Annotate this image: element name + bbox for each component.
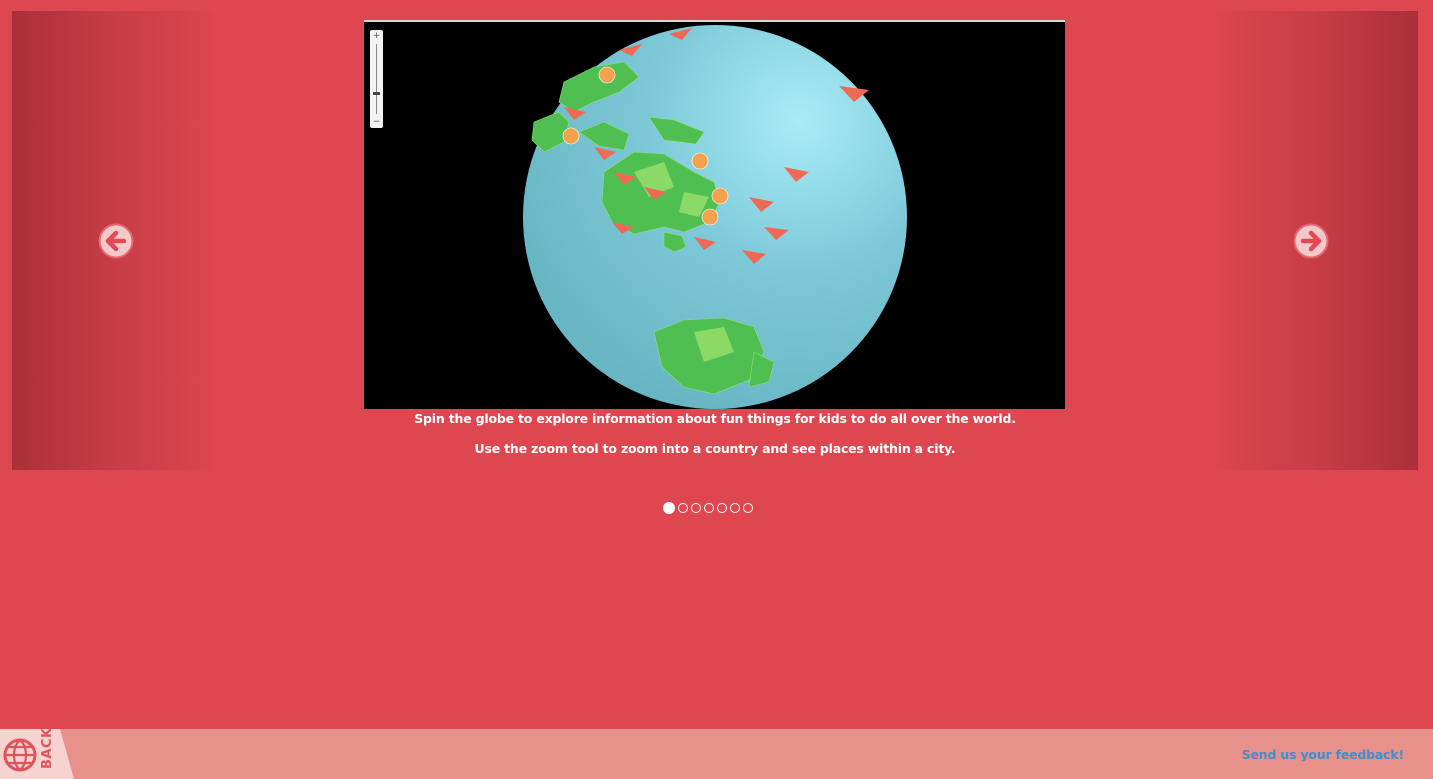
map-zoom-control[interactable]: + −: [370, 30, 383, 128]
slide-pager: [663, 501, 753, 515]
feedback-link[interactable]: Send us your feedback!: [1242, 747, 1404, 762]
zoom-slider-track[interactable]: [376, 44, 377, 114]
back-label: BACK: [40, 727, 55, 769]
pager-dot-6[interactable]: [730, 503, 740, 513]
pager-dot-3[interactable]: [691, 503, 701, 513]
prev-slide-button[interactable]: [98, 223, 134, 259]
slide-caption-line-2: Use the zoom tool to zoom into a country…: [474, 441, 956, 456]
globe-illustration: [523, 25, 907, 409]
globe-icon: [3, 738, 37, 772]
slide-globe-screenshot: + −: [364, 20, 1065, 409]
footer-bar: BACK Send us your feedback!: [0, 729, 1433, 779]
back-button[interactable]: BACK: [0, 729, 74, 779]
next-slide-button[interactable]: [1293, 223, 1329, 259]
pager-dot-5[interactable]: [717, 503, 727, 513]
pager-dot-1[interactable]: [663, 502, 675, 514]
slide-caption-line-1: Spin the globe to explore information ab…: [414, 411, 1016, 426]
zoom-slider-handle[interactable]: [373, 92, 380, 95]
pager-dot-4[interactable]: [704, 503, 714, 513]
pager-dot-7[interactable]: [743, 503, 753, 513]
slideshow-carousel: + − Spin the globe to explore informatio…: [12, 11, 1418, 470]
zoom-in-icon[interactable]: +: [370, 30, 383, 42]
arrow-left-circle-icon: [98, 223, 134, 259]
zoom-out-icon[interactable]: −: [370, 116, 383, 128]
pager-dot-2[interactable]: [678, 503, 688, 513]
arrow-right-circle-icon: [1293, 223, 1329, 259]
